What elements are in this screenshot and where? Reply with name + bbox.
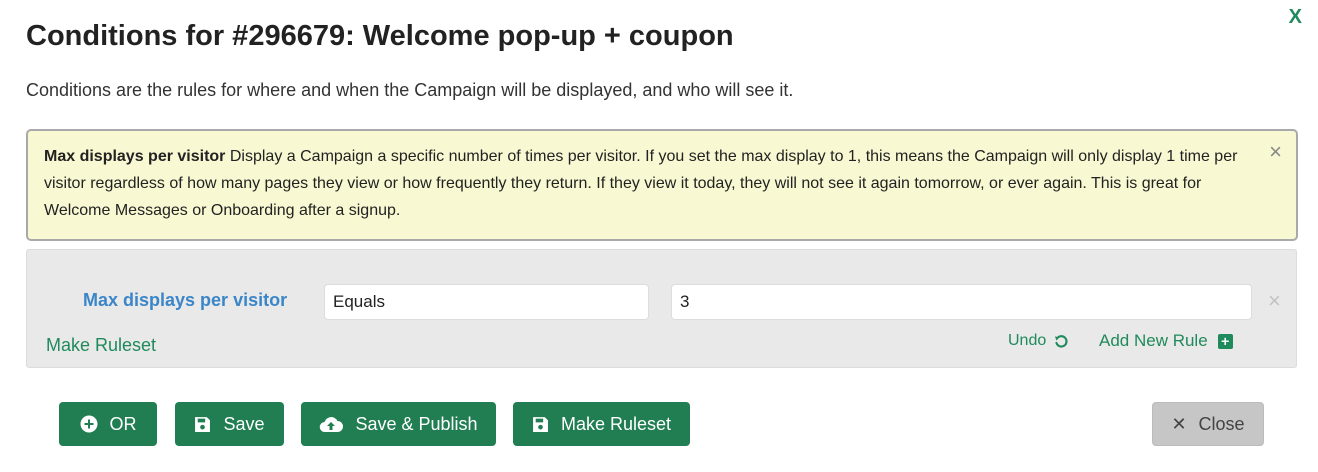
make-ruleset-link[interactable]: Make Ruleset	[46, 335, 156, 356]
operator-select[interactable]: Equals	[324, 284, 649, 320]
add-new-rule-label: Add New Rule	[1099, 331, 1208, 350]
undo-link[interactable]: Undo	[1008, 332, 1069, 350]
info-alert: Max displays per visitor Display a Campa…	[26, 129, 1298, 241]
dialog-close-x[interactable]: X	[1289, 6, 1302, 29]
floppy-disk-icon	[195, 416, 211, 432]
value-input[interactable]: 3	[671, 284, 1252, 320]
make-ruleset-button[interactable]: Make Ruleset	[513, 402, 690, 446]
save-button[interactable]: Save	[175, 402, 284, 446]
remove-rule-icon[interactable]: ×	[1268, 288, 1281, 314]
close-button[interactable]: ✕ Close	[1152, 402, 1264, 446]
floppy-disk-icon	[533, 416, 548, 432]
cloud-upload-icon	[320, 417, 344, 433]
save-button-label: Save	[223, 413, 265, 434]
alert-text: Max displays per visitor Display a Campa…	[44, 143, 1244, 224]
or-button[interactable]: OR	[59, 402, 157, 446]
intro-text: Conditions are the rules for where and w…	[26, 80, 794, 100]
undo-icon	[1055, 334, 1068, 348]
rule-label[interactable]: Max displays per visitor	[83, 290, 287, 311]
times-icon: ✕	[1171, 413, 1187, 434]
save-publish-label: Save & Publish	[355, 413, 478, 434]
page-title: Conditions for #296679: Welcome pop-up +…	[26, 20, 734, 52]
undo-label: Undo	[1008, 332, 1047, 349]
operator-value: Equals	[333, 292, 385, 311]
rules-panel: Max displays per visitor Equals 3 × Make…	[26, 249, 1297, 368]
close-button-label: Close	[1198, 413, 1245, 434]
add-new-rule-link[interactable]: Add New Rule +	[1099, 331, 1233, 351]
alert-close-icon[interactable]: ×	[1269, 141, 1282, 163]
alert-heading: Max displays per visitor	[44, 148, 226, 165]
or-button-label: OR	[109, 413, 137, 434]
make-ruleset-button-label: Make Ruleset	[560, 413, 672, 434]
save-publish-button[interactable]: Save & Publish	[301, 402, 496, 446]
plus-square-icon: +	[1217, 333, 1233, 349]
plus-circle-icon	[80, 415, 97, 433]
value-text: 3	[680, 292, 690, 311]
